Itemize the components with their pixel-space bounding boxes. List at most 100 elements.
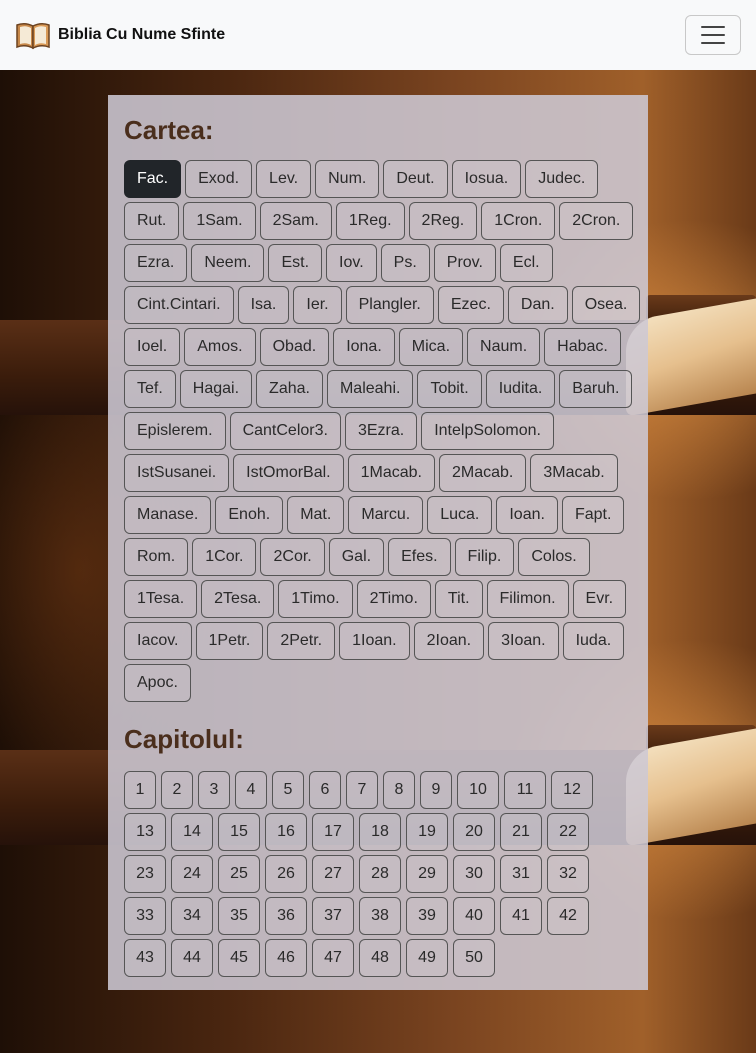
book-button[interactable]: Exod.: [185, 160, 253, 198]
book-button[interactable]: Ezra.: [124, 244, 188, 282]
book-button[interactable]: Baruh.: [559, 370, 633, 408]
book-button[interactable]: 3Ioan.: [488, 622, 559, 660]
chapter-button[interactable]: 10: [457, 771, 499, 809]
book-button[interactable]: 1Sam.: [183, 202, 256, 240]
chapter-button[interactable]: 17: [312, 813, 354, 851]
book-button[interactable]: Mat.: [287, 496, 345, 534]
book-button[interactable]: 2Sam.: [259, 202, 332, 240]
book-button[interactable]: 1Timo.: [278, 580, 353, 618]
chapter-button[interactable]: 15: [218, 813, 260, 851]
book-button[interactable]: 1Tesa.: [124, 580, 198, 618]
book-button[interactable]: Ioel.: [124, 328, 181, 366]
book-button[interactable]: Iacov.: [124, 622, 192, 660]
chapter-button[interactable]: 32: [547, 855, 589, 893]
book-button[interactable]: 2Timo.: [356, 580, 431, 618]
book-button[interactable]: Efes.: [388, 538, 451, 576]
book-button[interactable]: Fac.: [124, 160, 182, 198]
chapter-button[interactable]: 33: [124, 897, 166, 935]
book-button[interactable]: 1Petr.: [195, 622, 264, 660]
book-button[interactable]: Maleahi.: [326, 370, 414, 408]
book-button[interactable]: Tobit.: [417, 370, 482, 408]
book-button[interactable]: Ps.: [380, 244, 430, 282]
chapter-button[interactable]: 29: [406, 855, 448, 893]
chapter-button[interactable]: 37: [312, 897, 354, 935]
book-button[interactable]: Mica.: [398, 328, 464, 366]
chapter-button[interactable]: 13: [124, 813, 166, 851]
book-button[interactable]: 1Cor.: [192, 538, 257, 576]
chapter-button[interactable]: 19: [406, 813, 448, 851]
book-button[interactable]: Dan.: [507, 286, 568, 324]
chapter-button[interactable]: 24: [171, 855, 213, 893]
chapter-button[interactable]: 39: [406, 897, 448, 935]
book-button[interactable]: Iudita.: [485, 370, 556, 408]
chapter-button[interactable]: 50: [453, 939, 495, 977]
book-button[interactable]: 2Reg.: [408, 202, 478, 240]
book-button[interactable]: IstSusanei.: [124, 454, 230, 492]
chapter-button[interactable]: 21: [500, 813, 542, 851]
book-button[interactable]: 1Reg.: [335, 202, 405, 240]
chapter-button[interactable]: 1: [124, 771, 156, 809]
book-button[interactable]: Cint.Cintari.: [124, 286, 234, 324]
book-button[interactable]: Filip.: [454, 538, 515, 576]
navbar-toggler-button[interactable]: [685, 15, 741, 55]
chapter-button[interactable]: 48: [359, 939, 401, 977]
book-button[interactable]: IntelpSolomon.: [421, 412, 554, 450]
book-button[interactable]: Amos.: [184, 328, 256, 366]
chapter-button[interactable]: 41: [500, 897, 542, 935]
chapter-button[interactable]: 9: [420, 771, 452, 809]
book-button[interactable]: Plangler.: [345, 286, 434, 324]
book-button[interactable]: Num.: [315, 160, 380, 198]
book-button[interactable]: Enoh.: [215, 496, 284, 534]
book-button[interactable]: 2Cron.: [559, 202, 634, 240]
book-button[interactable]: Neem.: [191, 244, 265, 282]
book-button[interactable]: Rom.: [124, 538, 189, 576]
chapter-button[interactable]: 11: [504, 771, 546, 809]
chapter-button[interactable]: 23: [124, 855, 166, 893]
book-button[interactable]: Judec.: [525, 160, 599, 198]
book-button[interactable]: Colos.: [518, 538, 590, 576]
chapter-button[interactable]: 4: [235, 771, 267, 809]
chapter-button[interactable]: 18: [359, 813, 401, 851]
book-button[interactable]: Iona.: [333, 328, 395, 366]
chapter-button[interactable]: 31: [500, 855, 542, 893]
chapter-button[interactable]: 3: [198, 771, 230, 809]
chapter-button[interactable]: 20: [453, 813, 495, 851]
chapter-button[interactable]: 5: [272, 771, 304, 809]
book-button[interactable]: 2Tesa.: [201, 580, 275, 618]
chapter-button[interactable]: 44: [171, 939, 213, 977]
book-button[interactable]: Iuda.: [562, 622, 625, 660]
book-button[interactable]: 3Macab.: [530, 454, 618, 492]
book-button[interactable]: Iosua.: [451, 160, 522, 198]
book-button[interactable]: Luca.: [427, 496, 493, 534]
chapter-button[interactable]: 35: [218, 897, 260, 935]
book-button[interactable]: 2Petr.: [267, 622, 336, 660]
book-button[interactable]: Evr.: [572, 580, 627, 618]
book-button[interactable]: Ecl.: [499, 244, 553, 282]
chapter-button[interactable]: 36: [265, 897, 307, 935]
chapter-button[interactable]: 47: [312, 939, 354, 977]
chapter-button[interactable]: 49: [406, 939, 448, 977]
chapter-button[interactable]: 40: [453, 897, 495, 935]
book-button[interactable]: Tit.: [434, 580, 483, 618]
book-button[interactable]: Prov.: [433, 244, 496, 282]
book-button[interactable]: Manase.: [124, 496, 212, 534]
book-button[interactable]: CantCelor3.: [229, 412, 341, 450]
chapter-button[interactable]: 38: [359, 897, 401, 935]
book-button[interactable]: 1Ioan.: [339, 622, 410, 660]
book-button[interactable]: Lev.: [256, 160, 312, 198]
book-button[interactable]: IstOmorBal.: [233, 454, 344, 492]
book-button[interactable]: Iov.: [326, 244, 377, 282]
book-button[interactable]: Habac.: [544, 328, 621, 366]
book-button[interactable]: 3Ezra.: [344, 412, 418, 450]
brand-link[interactable]: Biblia Cu Nume Sfinte: [15, 20, 225, 50]
book-button[interactable]: 2Cor.: [260, 538, 325, 576]
book-button[interactable]: Ioan.: [496, 496, 558, 534]
book-button[interactable]: Obad.: [259, 328, 330, 366]
book-button[interactable]: Epislerem.: [124, 412, 226, 450]
chapter-button[interactable]: 43: [124, 939, 166, 977]
book-button[interactable]: Fapt.: [561, 496, 625, 534]
chapter-button[interactable]: 28: [359, 855, 401, 893]
chapter-button[interactable]: 27: [312, 855, 354, 893]
chapter-button[interactable]: 34: [171, 897, 213, 935]
chapter-button[interactable]: 26: [265, 855, 307, 893]
